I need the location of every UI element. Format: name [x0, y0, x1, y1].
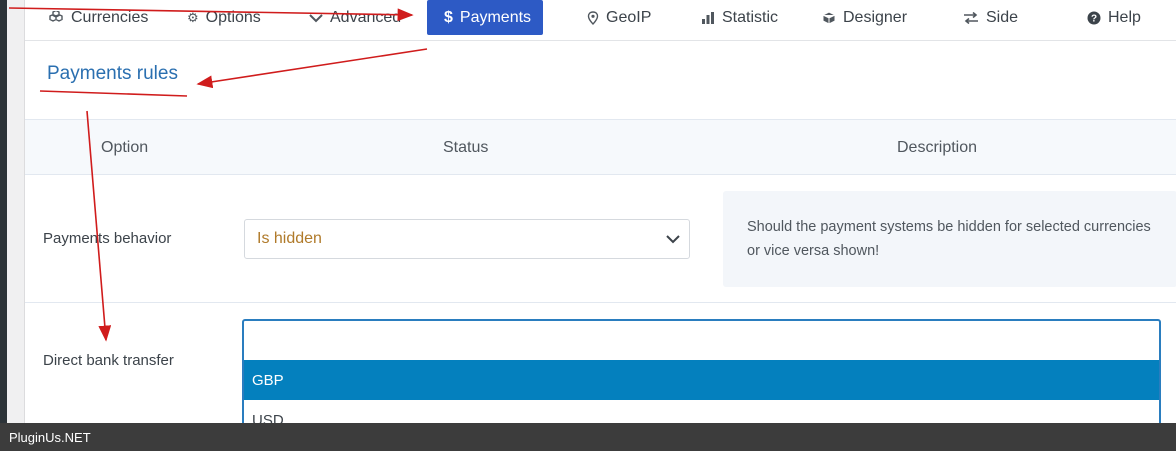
- tab-options[interactable]: ⚙ Options: [187, 0, 261, 35]
- chevron-icon: [309, 13, 323, 23]
- tab-label: Help: [1108, 8, 1141, 26]
- tab-payments[interactable]: $ Payments: [427, 0, 544, 35]
- tab-label: Payments: [459, 8, 532, 26]
- tab-currencies[interactable]: Currencies: [48, 0, 148, 35]
- table-header: Option Status Description: [25, 119, 1176, 175]
- payments-behavior-select[interactable]: Is hidden: [244, 219, 690, 259]
- svg-text:?: ?: [1091, 13, 1097, 24]
- tab-help[interactable]: ? Help: [1087, 0, 1141, 35]
- column-header-status: Status: [443, 139, 489, 156]
- question-circle-icon: ?: [1087, 11, 1101, 25]
- tab-designer[interactable]: Designer: [822, 0, 907, 35]
- map-pin-icon: [587, 10, 599, 25]
- option-label: Direct bank transfer: [43, 352, 174, 369]
- table-row: Payments behavior Is hidden Should the p…: [25, 175, 1176, 303]
- tab-side[interactable]: Side: [963, 0, 1018, 35]
- gear-icon: ⚙: [187, 9, 199, 25]
- tab-label: Options: [205, 8, 261, 26]
- tab-label: Advanced: [330, 8, 402, 26]
- watermark-bar: PluginUs.NET: [0, 423, 1176, 451]
- table-row: Direct bank transfer GBP USD: [25, 303, 1176, 423]
- tab-geoip[interactable]: GeoIP: [587, 0, 651, 35]
- column-header-option: Option: [101, 139, 149, 156]
- tab-label: Statistic: [722, 8, 779, 26]
- watermark-text: PluginUs.NET: [9, 429, 91, 445]
- tab-label: Designer: [843, 8, 908, 26]
- dollar-icon: $: [444, 8, 453, 26]
- tab-label: GeoIP: [606, 8, 652, 26]
- cube-icon: [822, 10, 836, 25]
- tab-statistic[interactable]: Statistic: [701, 0, 778, 35]
- column-header-description: Description: [897, 139, 978, 156]
- currency-multiselect[interactable]: GBP USD: [242, 319, 1161, 423]
- dropdown-option-usd[interactable]: USD: [244, 400, 1159, 424]
- cubes-icon: [48, 10, 64, 25]
- select-value: Is hidden: [257, 230, 322, 247]
- tab-advanced[interactable]: Advanced: [309, 0, 401, 35]
- admin-sidebar-edge: [0, 0, 7, 451]
- section-title: Payments rules: [47, 63, 178, 84]
- tab-label: Side: [986, 8, 1019, 26]
- settings-panel: Currencies ⚙ Options Advanced $ Payments…: [24, 0, 1176, 423]
- chevron-down-icon: [666, 235, 680, 244]
- option-label: Payments behavior: [43, 230, 172, 247]
- tab-label: Currencies: [71, 8, 149, 26]
- bar-chart-icon: [701, 11, 715, 25]
- option-description: Should the payment systems be hidden for…: [723, 191, 1176, 287]
- settings-tabs: Currencies ⚙ Options Advanced $ Payments…: [25, 0, 1176, 41]
- swap-icon: [963, 11, 979, 24]
- dropdown-option-gbp[interactable]: GBP: [244, 360, 1159, 400]
